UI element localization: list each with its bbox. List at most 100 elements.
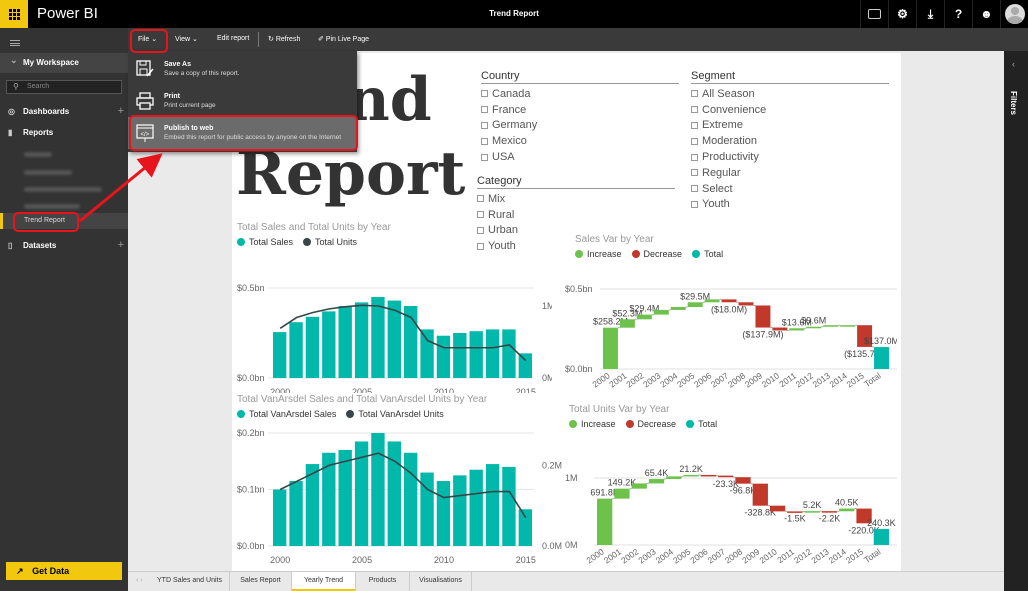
refresh-icon: ↻ (268, 36, 274, 43)
refresh-button[interactable]: ↻ Refresh (268, 35, 300, 43)
legend-item[interactable]: Total Units (303, 237, 357, 247)
edit-report-button[interactable]: Edit report (217, 35, 249, 42)
workspace-header[interactable]: My Workspace (0, 53, 128, 73)
checkbox[interactable] (691, 121, 698, 129)
bar (436, 335, 451, 378)
legend-item[interactable]: Increase (569, 419, 616, 429)
tab-visualisations[interactable]: Visualisations (410, 572, 472, 591)
download-icon[interactable]: ⤓ (916, 0, 944, 28)
blurred-report-item[interactable] (24, 187, 102, 192)
bar (518, 353, 532, 378)
sidebar-item-dashboards[interactable]: ◎ Dashboards + (8, 105, 124, 117)
tab-products[interactable]: Products (356, 572, 410, 591)
slicer-option-country[interactable]: USA (481, 149, 679, 165)
add-dataset-icon[interactable]: + (118, 239, 124, 251)
slicer-option-country[interactable]: France (481, 102, 679, 118)
checkbox[interactable] (691, 106, 698, 114)
legend-item[interactable]: Total VanArsdel Units (346, 409, 444, 419)
waterfall-bar (631, 483, 647, 489)
checkbox[interactable] (477, 211, 484, 219)
legend-item[interactable]: Decrease (631, 249, 682, 259)
checkbox[interactable] (477, 195, 484, 203)
tab-sales-report[interactable]: Sales Report (230, 572, 292, 591)
tab-ytd-sales-and-units[interactable]: YTD Sales and Units (150, 572, 230, 591)
checkbox[interactable] (691, 169, 698, 177)
view-menu-button[interactable]: View ⌄ (175, 35, 198, 43)
data-label: ($18.0M) (711, 304, 747, 314)
slicer-option-segment[interactable]: Moderation (691, 133, 889, 149)
data-label: 65.4K (645, 468, 669, 478)
checkbox[interactable] (691, 185, 698, 193)
avatar[interactable] (1000, 0, 1028, 28)
legend-item[interactable]: Decrease (625, 419, 676, 429)
fullscreen-icon[interactable] (860, 0, 888, 28)
chart-units-var[interactable]: 0M1M691.8K149.2K65.4K 21.2K-23.3K-96.8K-3… (562, 448, 897, 568)
bar (453, 475, 467, 546)
slicer-option-category[interactable]: Mix (477, 191, 675, 207)
tab-yearly-trend[interactable]: Yearly Trend (292, 572, 356, 591)
menu-item-print[interactable]: Print Print current page (128, 85, 357, 117)
y-tick-label: $0.2bn (237, 428, 265, 438)
checkbox[interactable] (691, 153, 698, 161)
slicer-option-category[interactable]: Rural (477, 207, 675, 223)
chart-sales-units[interactable]: $0.0bn $0.5bn 0M 1M 2000 2005 2010 2015 (232, 263, 552, 393)
waterfall-bar (597, 498, 613, 545)
legend-item[interactable]: Increase (575, 249, 622, 259)
annotation-highlight-trend-report (13, 212, 79, 232)
checkbox[interactable] (481, 90, 488, 98)
checkbox[interactable] (481, 106, 488, 114)
sidebar-item-reports[interactable]: ▮ Reports (8, 128, 124, 137)
checkbox[interactable] (691, 90, 698, 98)
slicer-option-segment[interactable]: Convenience (691, 102, 889, 118)
slicer-option-segment[interactable]: Youth (691, 197, 889, 213)
gear-icon[interactable]: ⚙ (888, 0, 916, 28)
filters-pane[interactable]: ‹ Filters (1004, 51, 1028, 591)
hamburger-icon[interactable] (10, 40, 20, 46)
checkbox[interactable] (691, 137, 698, 145)
bar (322, 452, 336, 546)
chart-vanarsdel[interactable]: $0.0bn $0.1bn $0.2bn 0.0M 0.2M 2000 2005 2010 20… (232, 423, 562, 563)
slicer-option-country[interactable]: Germany (481, 118, 679, 134)
legend-item[interactable]: Total VanArsdel Sales (237, 409, 336, 419)
legend-item[interactable]: Total Sales (237, 237, 293, 247)
blurred-report-item[interactable] (24, 152, 52, 157)
legend-units-var: Increase Decrease Total (569, 419, 717, 429)
checkbox[interactable] (481, 121, 488, 129)
legend-dot-icon (569, 420, 577, 428)
sidebar-item-datasets[interactable]: ▯ Datasets + (8, 239, 124, 251)
slicer-option-segment[interactable]: Extreme (691, 118, 889, 134)
add-dashboard-icon[interactable]: + (118, 105, 124, 117)
checkbox[interactable] (477, 242, 484, 250)
help-icon[interactable]: ? (944, 0, 972, 28)
get-data-button[interactable]: ↗ Get Data (6, 562, 122, 580)
tab-scroll-arrows-icon[interactable]: ‹ › (136, 577, 143, 584)
chevron-left-icon[interactable]: ‹ (1012, 59, 1015, 69)
slicer-option-country[interactable]: Mexico (481, 133, 679, 149)
x-tick-label: 2010 (434, 387, 454, 393)
checkbox[interactable] (481, 153, 488, 161)
checkbox[interactable] (477, 226, 484, 234)
checkbox[interactable] (481, 137, 488, 145)
blurred-report-item[interactable] (24, 170, 72, 175)
waterfall-bar (614, 488, 630, 499)
legend-item[interactable]: Total (692, 249, 723, 259)
waterfall-bar (653, 309, 669, 315)
x-tick-label: 2000 (270, 387, 290, 393)
blurred-report-item[interactable] (24, 204, 80, 209)
y2-tick-label: 0.0M (542, 541, 562, 551)
menu-item-save-as[interactable]: Save As Save a copy of this report. (128, 53, 357, 85)
bar (404, 452, 418, 546)
slicer-option-segment[interactable]: All Season (691, 86, 889, 102)
smiley-icon[interactable]: ☻ (972, 0, 1000, 28)
slicer-option-country[interactable]: Canada (481, 86, 679, 102)
legend-item[interactable]: Total (686, 419, 717, 429)
slicer-option-segment[interactable]: Productivity (691, 149, 889, 165)
slicer-option-segment[interactable]: Regular (691, 165, 889, 181)
chart-sales-var[interactable]: $0.0bn$0.5bn$258.2M$52.3M$29.4M$29.5M($1… (562, 273, 897, 393)
search-input[interactable]: ⚲ Search (6, 80, 122, 94)
slicer-option-segment[interactable]: Select (691, 181, 889, 197)
pin-live-page-button[interactable]: ✐ Pin Live Page (318, 35, 369, 43)
chart-title-sales-units: Total Sales and Total Units by Year (237, 222, 391, 233)
checkbox[interactable] (691, 200, 698, 208)
bar (322, 311, 336, 378)
